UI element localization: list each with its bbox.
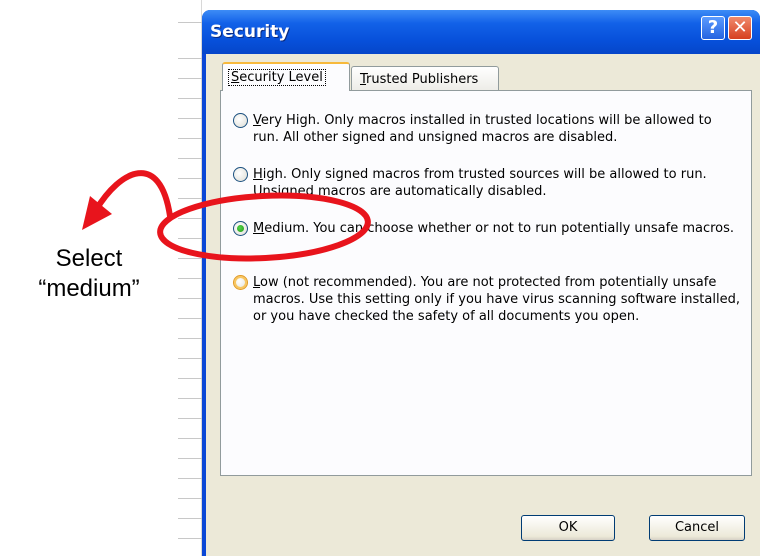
highlight-ellipse	[157, 192, 371, 262]
annotation-arrow-curve	[93, 170, 173, 219]
tab-label: Security Level	[228, 69, 326, 86]
tab-label-text: ecurity Level	[239, 70, 323, 85]
annotation-label: Select “medium”	[24, 244, 154, 304]
annotation-arrowhead	[82, 196, 112, 230]
tab-security-level[interactable]: Security Level	[222, 62, 350, 91]
annotation-line-2: “medium”	[38, 275, 140, 302]
annotation-line-1: Select	[55, 245, 123, 272]
